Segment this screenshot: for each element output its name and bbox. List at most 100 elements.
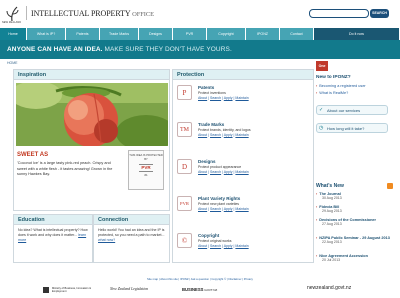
news-item[interactable]: Decisions of the Commissioner 27 Aug 201… — [316, 218, 396, 226]
registered-user-link[interactable]: Becoming a registered user — [316, 84, 365, 88]
inspiration-heading: Inspiration — [14, 70, 169, 80]
protection-links: About | Search | Apply | Maintain — [198, 170, 249, 174]
nav-copyright[interactable]: Copyright — [207, 28, 245, 40]
protection-desc: Protect inventions — [198, 91, 226, 95]
protection-title[interactable]: Trade Marks — [198, 122, 308, 127]
news-date: 30 Aug 2013 — [322, 196, 342, 200]
news-item[interactable]: NZIPA Public Seminar - 29 August 2013 22… — [316, 236, 396, 244]
maintain-link[interactable]: Maintain — [235, 244, 248, 248]
news-item[interactable]: Fidecia Bill 29 Aug 2013 — [316, 205, 396, 213]
news-date: 20 Jul 2013 — [322, 258, 341, 262]
designs-icon[interactable]: D — [177, 159, 192, 174]
banner-text: ANYONE CAN HAVE AN IDEA. MAKE SURE THEY … — [7, 46, 232, 53]
maintain-link[interactable]: Maintain — [235, 96, 248, 100]
apply-link[interactable]: Apply — [224, 244, 233, 248]
nz-crest-icon — [43, 287, 49, 293]
education-text-block: No idea? What is intellectual property? … — [14, 225, 92, 246]
about-link[interactable]: About — [198, 96, 207, 100]
protection-links: About | Search | Apply | Maintain — [198, 133, 249, 137]
maintain-link[interactable]: Maintain — [235, 170, 248, 174]
nav-what-is-ip[interactable]: What is IP? — [27, 28, 65, 40]
protected-type: PVR — [139, 164, 153, 172]
site-logo[interactable]: INTELLECTUAL PROPERTY OFFICE — [31, 9, 154, 18]
protection-title[interactable]: Plant Variety Rights — [198, 196, 308, 201]
protection-heading: Protection — [173, 70, 313, 80]
nav-trade-marks[interactable]: Trade Marks — [100, 28, 138, 40]
apply-link[interactable]: Apply — [224, 207, 233, 211]
footer-logos: Ministry of Business, Innovation & Emplo… — [42, 285, 262, 295]
search-link[interactable]: Search — [210, 207, 221, 211]
feature-title: SWEET AS — [17, 152, 49, 158]
right-sidebar: One me New to IPONZ? Becoming a register… — [316, 61, 400, 271]
apply-link[interactable]: Apply — [224, 170, 233, 174]
search-link[interactable]: Search — [210, 96, 221, 100]
hero-banner: ANYONE CAN HAVE AN IDEA. MAKE SURE THEY … — [0, 40, 400, 59]
news-date: 27 Aug 2013 — [322, 222, 342, 226]
nav-do-it-now[interactable]: Do it now — [314, 28, 399, 40]
nav-designs[interactable]: Designs — [139, 28, 172, 40]
business-sub: GOVT.NZ — [204, 288, 218, 292]
breadcrumb[interactable]: HOME — [7, 61, 18, 65]
peach-photo — [16, 83, 168, 146]
copyright-icon[interactable]: © — [177, 233, 192, 248]
trade-marks-icon[interactable]: TM — [177, 122, 192, 137]
apply-link[interactable]: Apply — [224, 133, 233, 137]
protection-title[interactable]: Copyright — [198, 233, 308, 238]
connection-text: Hello world! You had an idea and the IP … — [98, 228, 165, 237]
search-link[interactable]: Search — [210, 133, 221, 137]
fern-caption: NEW ZEALAND — [2, 21, 22, 24]
how-long-button[interactable]: ◷ How long will it take? — [316, 123, 388, 133]
search-link[interactable]: Search — [210, 244, 221, 248]
nav-iponz[interactable]: IPONZ — [246, 28, 279, 40]
banner-bold: ANYONE CAN HAVE AN IDEA. — [7, 46, 103, 53]
rss-icon[interactable] — [387, 183, 393, 189]
apply-link[interactable]: Apply — [224, 96, 233, 100]
onlyme-badge[interactable]: One me — [316, 61, 328, 78]
about-link[interactable]: About — [198, 170, 207, 174]
search-link[interactable]: Search — [210, 170, 221, 174]
banner-rest: MAKE SURE THEY DON'T HAVE YOURS. — [102, 46, 232, 53]
protection-links: About | Search | Apply | Maintain — [198, 96, 249, 100]
pvr-icon[interactable]: PVR — [177, 196, 192, 211]
business-logo[interactable]: BUSINESS GOVT.NZ — [182, 287, 217, 292]
about-link[interactable]: About — [198, 244, 207, 248]
connection-panel: Connection Hello world! You had an idea … — [93, 214, 170, 263]
footer-links[interactable]: Site map | About this site | IPONZ | Ask… — [0, 277, 400, 281]
new-to-iponz-heading: New to IPONZ? — [316, 75, 351, 80]
about-services-button[interactable]: ✓ About our services — [316, 105, 388, 115]
protection-title[interactable]: Designs — [198, 159, 308, 164]
maintain-link[interactable]: Maintain — [235, 207, 248, 211]
education-heading: Education — [14, 215, 92, 225]
patents-icon[interactable]: P — [177, 85, 192, 100]
news-item[interactable]: Nice Agreement Accession 20 Jul 2013 — [316, 254, 396, 262]
whats-new-heading: What's New — [316, 183, 344, 189]
search-input[interactable] — [309, 9, 369, 18]
nz-govt-logo[interactable]: newzealand.govt.nz — [307, 285, 351, 291]
maintain-link[interactable]: Maintain — [235, 133, 248, 137]
services-icon: ✓ — [319, 107, 324, 113]
about-link[interactable]: About — [198, 133, 207, 137]
education-panel: Education No idea? What is intellectual … — [13, 214, 93, 263]
what-now-link[interactable]: what now? — [98, 238, 115, 242]
nav-pvr[interactable]: PVR — [173, 28, 206, 40]
nav-patents[interactable]: Patents — [66, 28, 99, 40]
nav-home[interactable]: Home — [0, 28, 26, 40]
protection-desc: Protect new plant varieties — [198, 202, 240, 206]
feature-description: 'Coconut Ice' is a large tasty pink-red … — [17, 161, 113, 176]
realme-link[interactable]: What is RealMe? — [316, 91, 348, 95]
inspiration-panel: Inspiration SWEET AS 'Coconut Ice' is a … — [13, 69, 170, 211]
search-button[interactable]: SEARCH — [370, 9, 389, 18]
logo-divider — [26, 6, 27, 20]
protection-links: About | Search | Apply | Maintain — [198, 207, 249, 211]
about-link[interactable]: About — [198, 207, 207, 211]
nav-contact[interactable]: Contact — [280, 28, 313, 40]
news-item[interactable]: The Journal 30 Aug 2013 — [316, 192, 396, 200]
protection-title[interactable]: Patents — [198, 85, 308, 90]
main-nav: Home What is IP? Patents Trade Marks Des… — [0, 28, 400, 40]
protection-desc: Protect product appearance — [198, 165, 242, 169]
ministry-logo[interactable]: Ministry of Business, Innovation & Emplo… — [52, 287, 96, 294]
legislation-logo[interactable]: New Zealand Legislation — [110, 287, 148, 291]
fern-logo-icon[interactable] — [4, 5, 20, 22]
logo-sub: OFFICE — [132, 11, 154, 18]
protection-desc: Protect original works — [198, 239, 232, 243]
